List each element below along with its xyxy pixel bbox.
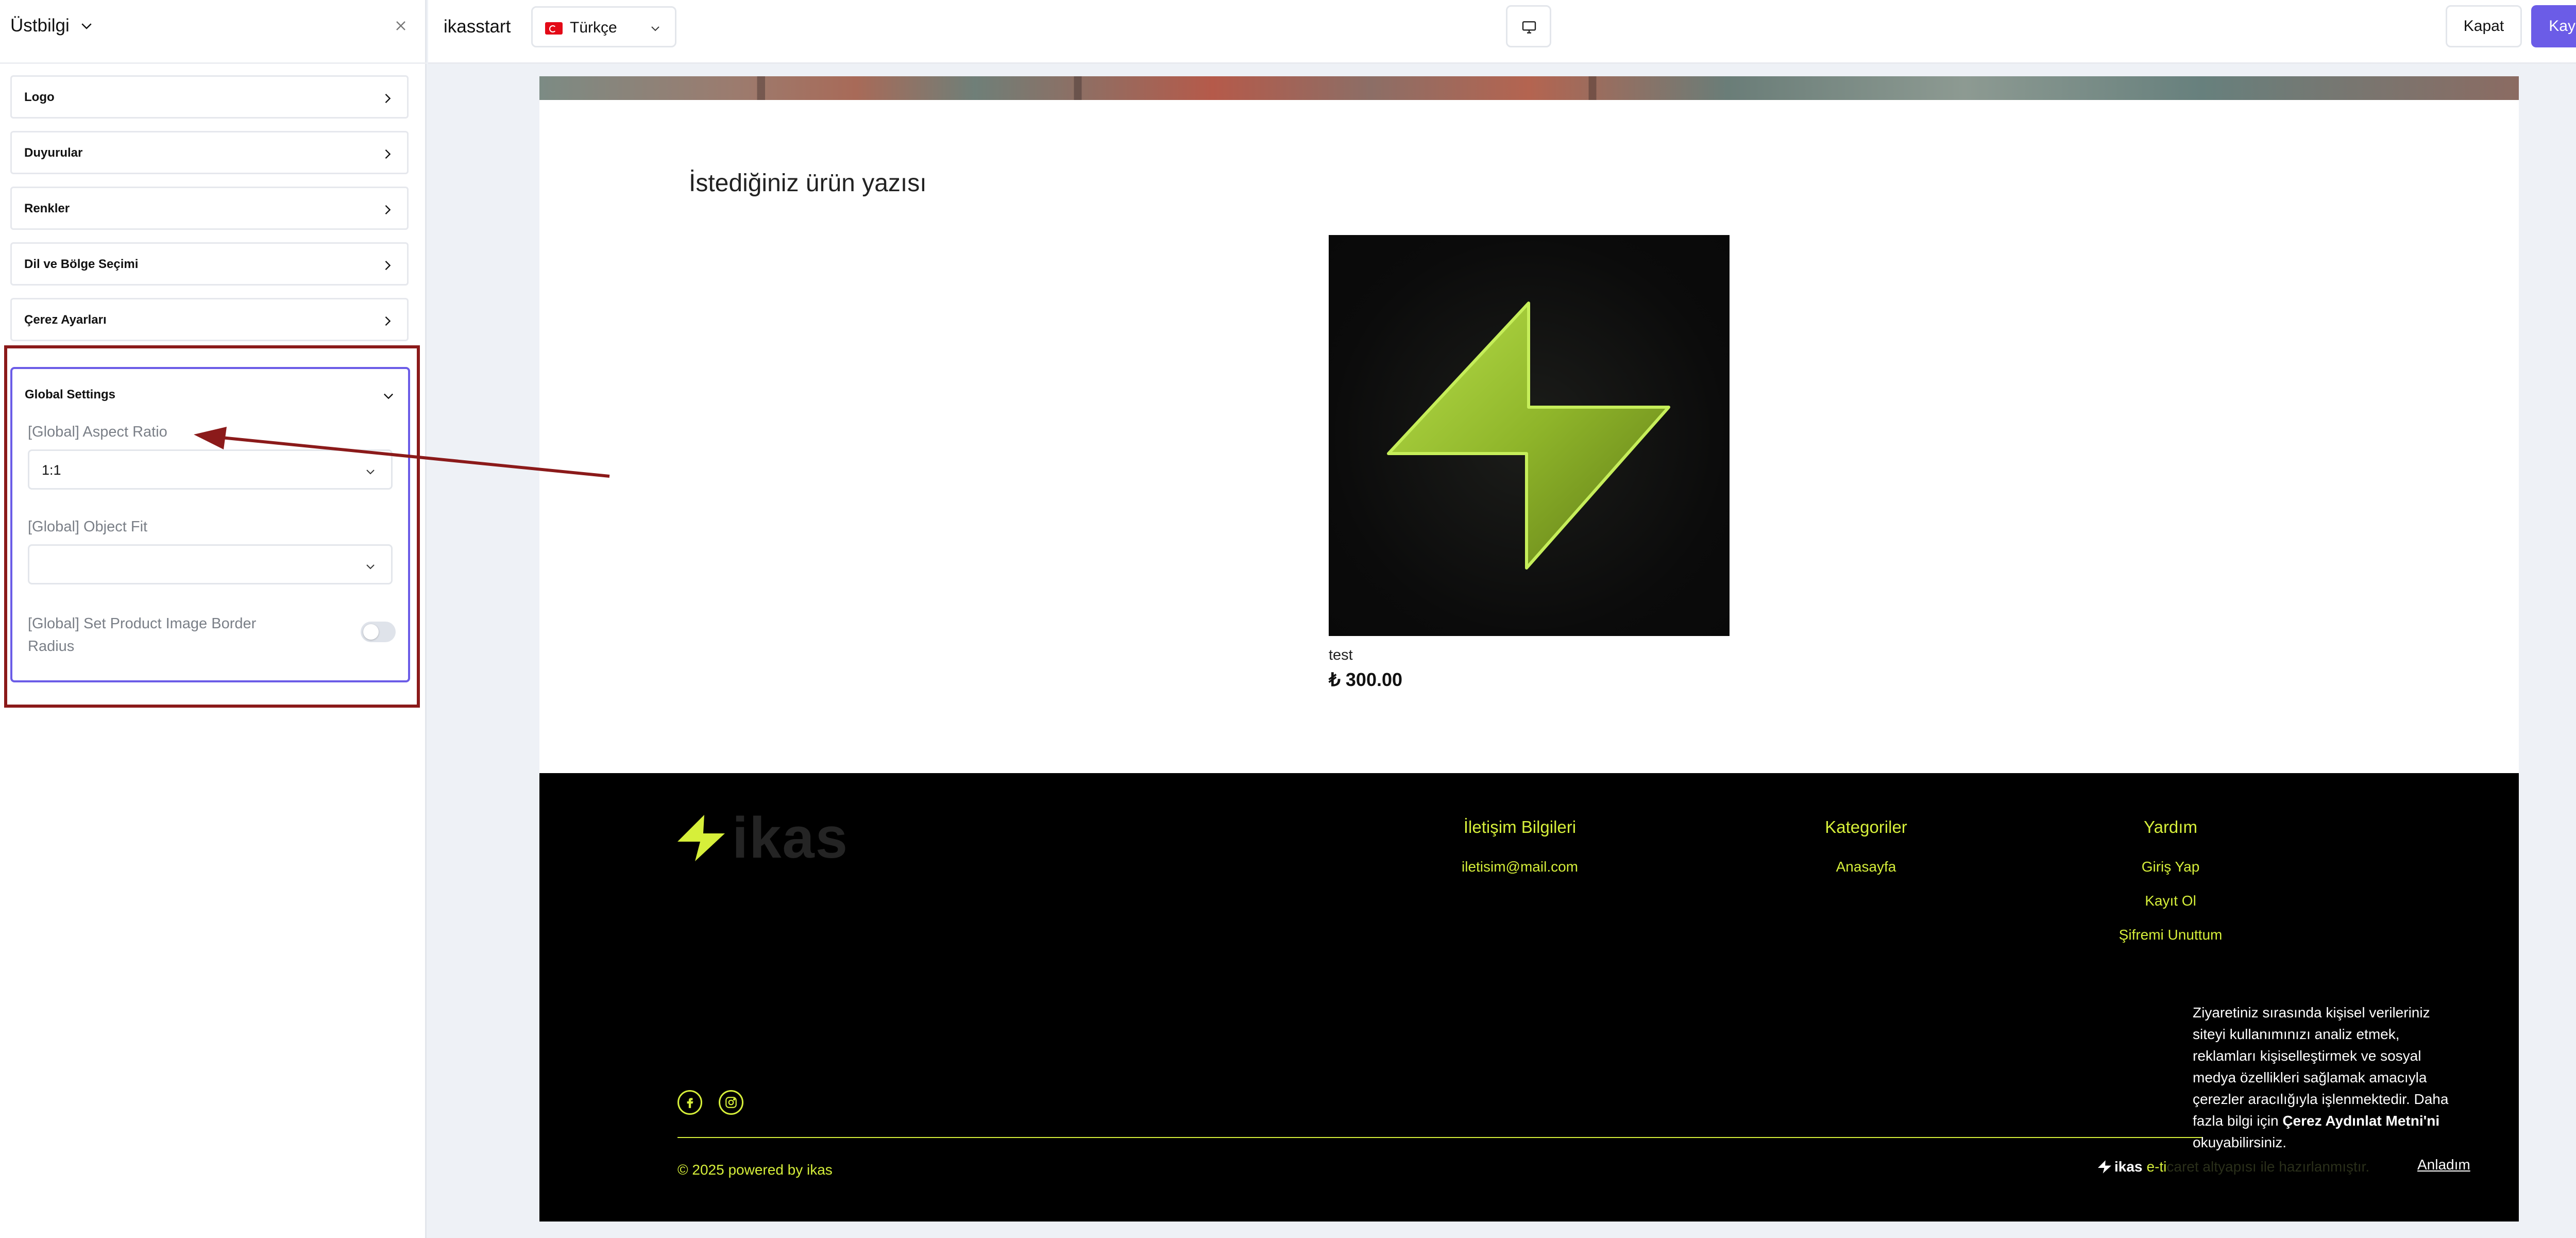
product-section-heading: İstediğiniz ürün yazısı (689, 170, 927, 197)
facebook-icon (687, 1098, 693, 1108)
turkey-flag-icon (545, 22, 563, 35)
badge-text: e-ti (2146, 1159, 2167, 1175)
footer-contact-title: İletişim Bilgileri (1463, 817, 1577, 837)
footer-help-column: Yardım Giriş Yap Kayıt Ol Şifremi Unuttu… (2104, 817, 2238, 961)
chevron-right-icon (385, 316, 391, 326)
logo-text: ikas (732, 806, 849, 870)
panel-title-dropdown[interactable]: Üstbilgi (10, 15, 94, 36)
top-bar: ikasstart Türkçe Kapat Kaydet (428, 0, 2576, 64)
cookie-accept-button[interactable]: Anladım (2417, 1157, 2470, 1173)
section-cookie-settings[interactable]: Çerez Ayarları (10, 298, 409, 341)
section-label: Çerez Ayarları (24, 313, 107, 327)
section-announcements[interactable]: Duyurular (10, 131, 409, 174)
facebook-link[interactable] (677, 1090, 702, 1115)
ikas-bolt-icon (2098, 1160, 2111, 1174)
panel-header: Üstbilgi (0, 0, 427, 64)
instagram-icon (725, 1097, 737, 1108)
close-button[interactable]: Kapat (2446, 5, 2522, 47)
footer-categories-column: Kategoriler Anasayfa (1807, 817, 1925, 893)
badge-text-faded: caret altyapısı ile hazırlanmıştır. (2166, 1159, 2370, 1175)
section-language-region[interactable]: Dil ve Bölge Seçimi (10, 242, 409, 286)
language-label: Türkçe (570, 19, 617, 36)
footer-category-link[interactable]: Anasayfa (1807, 859, 1925, 875)
section-logo[interactable]: Logo (10, 75, 409, 119)
device-preview-button[interactable] (1506, 5, 1551, 47)
footer-login-link[interactable]: Giriş Yap (2104, 859, 2238, 875)
product-price: ₺ 300.00 (1329, 669, 1403, 690)
ikas-logo[interactable]: ikas (677, 809, 849, 867)
panel-title-text: Üstbilgi (10, 15, 70, 36)
footer-contact-email[interactable]: iletisim@mail.com (1450, 859, 1589, 875)
store-footer: ikas İletişim Bilgileri iletisim@mail.co… (539, 773, 2519, 1222)
section-label: Dil ve Bölge Seçimi (24, 257, 139, 271)
desktop-icon (1522, 21, 1536, 34)
product-name[interactable]: test (1329, 647, 1353, 664)
close-icon[interactable] (393, 18, 409, 34)
lightning-bolt-icon (1387, 302, 1670, 570)
footer-help-title: Yardım (2144, 817, 2197, 837)
cookie-text: Ziyaretiniz sırasında kişisel verilerini… (2193, 1005, 2449, 1129)
chevron-right-icon (385, 261, 391, 270)
store-name: ikasstart (444, 16, 511, 37)
section-colors[interactable]: Renkler (10, 187, 409, 230)
chevron-down-icon (651, 26, 659, 31)
chevron-right-icon (385, 205, 391, 214)
cookie-policy-link[interactable]: Çerez Aydınlat Metni'ni (2282, 1113, 2439, 1129)
chevron-down-icon (81, 23, 92, 29)
ikas-powered-badge[interactable]: ikas e-ti caret altyapısı ile hazırlanmış… (2098, 1159, 2369, 1175)
footer-categories-title: Kategoriler (1825, 817, 1907, 837)
annotation-highlight-frame (4, 345, 420, 708)
product-image[interactable] (1329, 235, 1730, 636)
ikas-bolt-icon (677, 815, 725, 861)
chevron-right-icon (385, 149, 391, 159)
badge-brand: ikas (2114, 1159, 2143, 1175)
editor-root: Üstbilgi Logo Duyurular Renkler Dil ve B… (0, 0, 2576, 1238)
cookie-suffix: okuyabilirsiniz. (2193, 1134, 2287, 1150)
footer-divider (677, 1137, 2202, 1138)
footer-contact-column: İletişim Bilgileri iletisim@mail.com (1450, 817, 1589, 893)
language-select[interactable]: Türkçe (531, 6, 676, 47)
footer-forgot-password-link[interactable]: Şifremi Unuttum (2104, 927, 2238, 943)
section-label: Duyurular (24, 146, 83, 160)
section-label: Renkler (24, 202, 70, 215)
footer-copyright: © 2025 powered by ikas (677, 1162, 833, 1178)
save-button[interactable]: Kaydet (2531, 5, 2576, 47)
settings-panel: Üstbilgi Logo Duyurular Renkler Dil ve B… (0, 0, 427, 1238)
hero-banner-image (539, 76, 2519, 100)
section-label: Logo (24, 90, 55, 104)
cookie-notice: Ziyaretiniz sırasında kişisel verilerini… (2193, 1002, 2461, 1153)
footer-register-link[interactable]: Kayıt Ol (2104, 893, 2238, 909)
chevron-right-icon (385, 94, 391, 103)
instagram-link[interactable] (719, 1090, 743, 1115)
